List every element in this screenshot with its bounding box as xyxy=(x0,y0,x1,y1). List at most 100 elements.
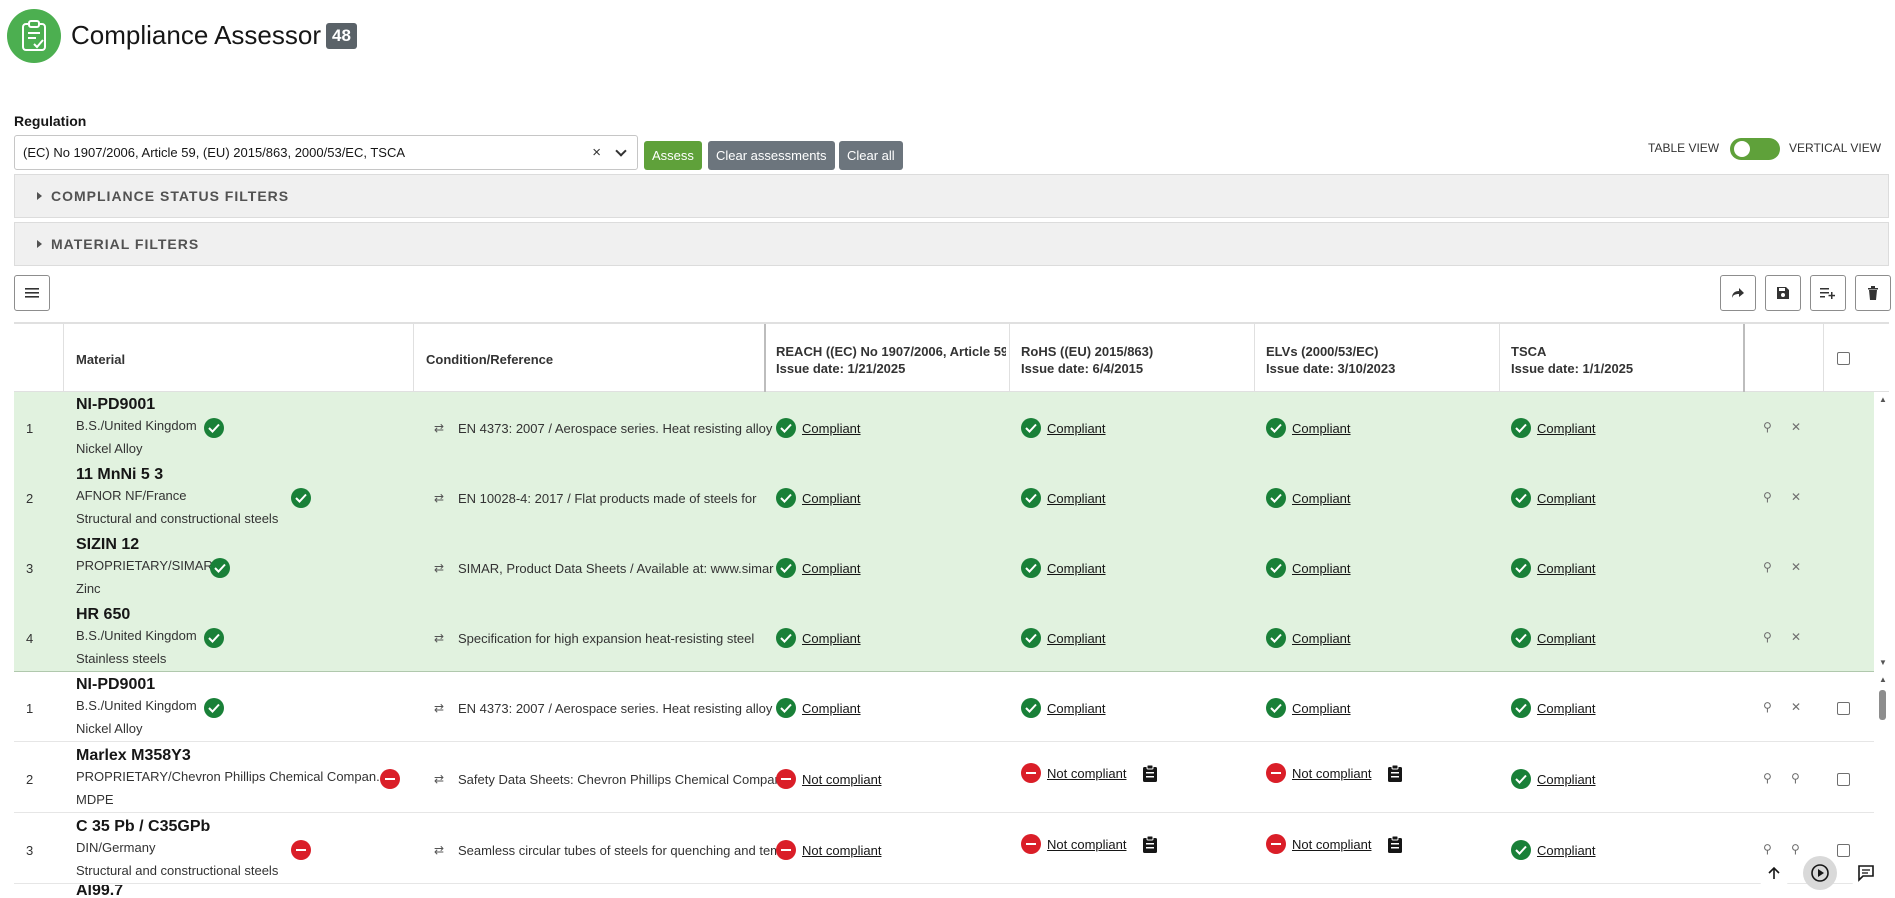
status-text[interactable]: Not compliant xyxy=(802,843,881,858)
search-icon[interactable]: ⚲ xyxy=(1763,771,1772,785)
rohs-status[interactable]: Compliant xyxy=(1021,558,1106,578)
column-header-condition[interactable]: Condition/Reference xyxy=(426,352,553,367)
menu-button[interactable] xyxy=(14,275,50,311)
material-filters[interactable]: MATERIAL FILTERS xyxy=(14,222,1889,266)
search-icon[interactable]: ⚲ xyxy=(1763,842,1772,856)
reach-status[interactable]: Compliant xyxy=(776,628,861,648)
reach-status[interactable]: Compliant xyxy=(776,488,861,508)
tsca-status[interactable]: Compliant xyxy=(1511,628,1596,648)
search-icon[interactable]: ⚲ xyxy=(1763,630,1772,644)
status-text[interactable]: Compliant xyxy=(1537,701,1596,716)
status-text[interactable]: Compliant xyxy=(1047,561,1106,576)
reach-status[interactable]: Not compliant xyxy=(776,840,881,860)
pinned-row[interactable]: 2 11 MnNi 5 3 AFNOR NF/France Structural… xyxy=(14,462,1874,532)
status-text[interactable]: Compliant xyxy=(1537,772,1596,787)
clear-selection-icon[interactable]: × xyxy=(592,144,601,161)
status-text[interactable]: Compliant xyxy=(1047,421,1106,436)
table-row[interactable]: 1 NI-PD9001 B.S./United Kingdom Nickel A… xyxy=(14,672,1874,742)
column-header-rohs[interactable]: RoHS ((EU) 2015/863) xyxy=(1021,344,1153,359)
tsca-status[interactable]: Compliant xyxy=(1511,698,1596,718)
reach-status[interactable]: Not compliant xyxy=(776,769,881,789)
tsca-status[interactable]: Compliant xyxy=(1511,418,1596,438)
scroll-up-icon[interactable]: ▲ xyxy=(1879,675,1887,684)
close-icon[interactable]: ✕ xyxy=(1791,700,1801,714)
status-text[interactable]: Compliant xyxy=(802,561,861,576)
pinned-scrollbar[interactable]: ▲ ▼ xyxy=(1876,395,1888,667)
clear-assessments-button[interactable]: Clear assessments xyxy=(708,141,835,170)
search-icon[interactable]: ⚲ xyxy=(1763,420,1772,434)
row-checkbox[interactable] xyxy=(1837,844,1850,857)
save-button[interactable] xyxy=(1765,275,1801,311)
scroll-up-icon[interactable]: ▲ xyxy=(1879,395,1887,404)
table-row[interactable]: 3 C 35 Pb / C35GPb DIN/Germany Structura… xyxy=(14,814,1874,884)
elvs-status[interactable]: Compliant xyxy=(1266,418,1351,438)
scroll-down-icon[interactable]: ▼ xyxy=(1879,658,1887,667)
status-text[interactable]: Compliant xyxy=(1292,701,1351,716)
delete-button[interactable] xyxy=(1855,275,1891,311)
rohs-status[interactable]: Compliant xyxy=(1021,418,1106,438)
column-header-reach[interactable]: REACH ((EC) No 1907/2006, Article 59) xyxy=(776,344,1006,359)
rohs-status[interactable]: Compliant xyxy=(1021,628,1106,648)
status-text[interactable]: Not compliant xyxy=(1047,766,1126,781)
column-header-material[interactable]: Material xyxy=(76,352,125,367)
status-text[interactable]: Compliant xyxy=(1537,631,1596,646)
status-text[interactable]: Compliant xyxy=(802,631,861,646)
status-text[interactable]: Not compliant xyxy=(1292,766,1371,781)
elvs-status[interactable]: Not compliant xyxy=(1266,834,1403,854)
status-text[interactable]: Compliant xyxy=(802,421,861,436)
status-text[interactable]: Compliant xyxy=(1047,631,1106,646)
status-text[interactable]: Compliant xyxy=(1047,701,1106,716)
assess-button[interactable]: Assess xyxy=(644,141,702,170)
status-text[interactable]: Compliant xyxy=(802,701,861,716)
pin-icon[interactable]: ⚲ xyxy=(1791,842,1800,856)
elvs-status[interactable]: Compliant xyxy=(1266,628,1351,648)
rohs-status[interactable]: Compliant xyxy=(1021,488,1106,508)
status-text[interactable]: Compliant xyxy=(802,491,861,506)
rohs-status[interactable]: Not compliant xyxy=(1021,763,1158,783)
tsca-status[interactable]: Compliant xyxy=(1511,840,1596,860)
close-icon[interactable]: ✕ xyxy=(1791,630,1801,644)
reach-status[interactable]: Compliant xyxy=(776,418,861,438)
share-button[interactable] xyxy=(1720,275,1756,311)
column-header-elvs[interactable]: ELVs (2000/53/EC) xyxy=(1266,344,1378,359)
search-icon[interactable]: ⚲ xyxy=(1763,700,1772,714)
status-text[interactable]: Compliant xyxy=(1292,491,1351,506)
tsca-status[interactable]: Compliant xyxy=(1511,488,1596,508)
pin-icon[interactable]: ⚲ xyxy=(1791,771,1800,785)
status-text[interactable]: Not compliant xyxy=(1047,837,1126,852)
elvs-status[interactable]: Compliant xyxy=(1266,488,1351,508)
close-icon[interactable]: ✕ xyxy=(1791,560,1801,574)
add-to-list-button[interactable] xyxy=(1810,275,1846,311)
row-checkbox[interactable] xyxy=(1837,773,1850,786)
close-icon[interactable]: ✕ xyxy=(1791,490,1801,504)
select-all-checkbox[interactable] xyxy=(1837,352,1850,365)
search-icon[interactable]: ⚲ xyxy=(1763,490,1772,504)
status-text[interactable]: Compliant xyxy=(1537,843,1596,858)
column-header-tsca[interactable]: TSCA xyxy=(1511,344,1546,359)
status-text[interactable]: Compliant xyxy=(1292,631,1351,646)
status-text[interactable]: Compliant xyxy=(1292,421,1351,436)
elvs-status[interactable]: Compliant xyxy=(1266,698,1351,718)
status-text[interactable]: Compliant xyxy=(1047,491,1106,506)
compliance-status-filters[interactable]: COMPLIANCE STATUS FILTERS xyxy=(14,174,1889,218)
rohs-status[interactable]: Not compliant xyxy=(1021,834,1158,854)
status-text[interactable]: Not compliant xyxy=(1292,837,1371,852)
pinned-row[interactable]: 1 NI-PD9001 B.S./United Kingdom Nickel A… xyxy=(14,392,1874,462)
status-text[interactable]: Compliant xyxy=(1537,561,1596,576)
status-text[interactable]: Compliant xyxy=(1292,561,1351,576)
tsca-status[interactable]: Compliant xyxy=(1511,558,1596,578)
tsca-status[interactable]: Compliant xyxy=(1511,769,1596,789)
clear-all-button[interactable]: Clear all xyxy=(839,141,903,170)
status-text[interactable]: Compliant xyxy=(1537,491,1596,506)
status-text[interactable]: Compliant xyxy=(1537,421,1596,436)
view-toggle-switch[interactable] xyxy=(1730,138,1780,160)
regulation-select[interactable]: (EC) No 1907/2006, Article 59, (EU) 2015… xyxy=(14,135,638,170)
search-icon[interactable]: ⚲ xyxy=(1763,560,1772,574)
reach-status[interactable]: Compliant xyxy=(776,698,861,718)
table-row[interactable]: Al99.7 xyxy=(14,885,1874,898)
chevron-down-icon[interactable] xyxy=(615,145,627,157)
row-checkbox[interactable] xyxy=(1837,702,1850,715)
table-row[interactable]: 2 Marlex M358Y3 PROPRIETARY/Chevron Phil… xyxy=(14,743,1874,813)
scroll-to-top-button[interactable] xyxy=(1757,856,1791,890)
rohs-status[interactable]: Compliant xyxy=(1021,698,1106,718)
